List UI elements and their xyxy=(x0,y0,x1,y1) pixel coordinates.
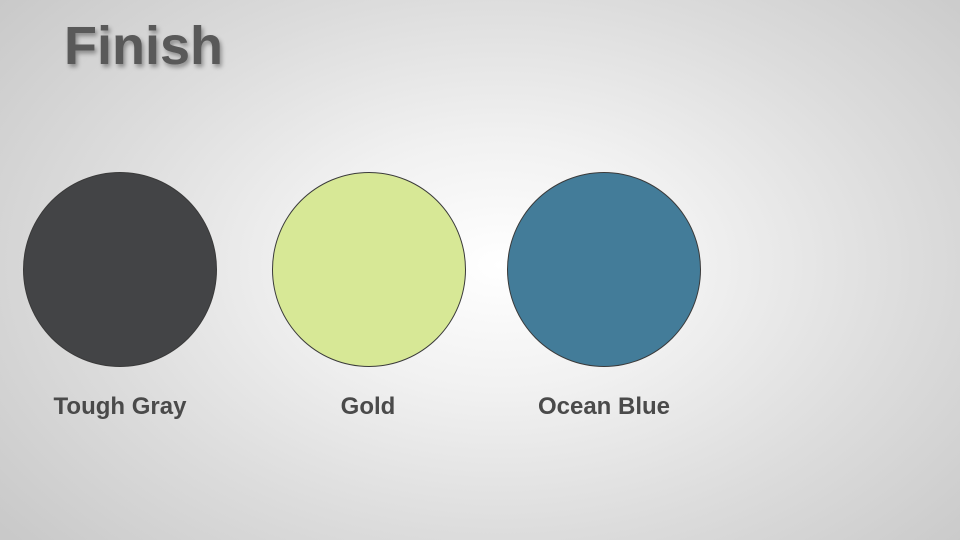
finish-label-ocean-blue: Ocean Blue xyxy=(537,393,671,420)
finish-swatch-gold xyxy=(272,172,466,367)
slide-title: Finish xyxy=(64,16,223,76)
finish-label-tough-gray: Tough Gray xyxy=(53,393,187,420)
finish-swatch-ocean-blue xyxy=(507,172,701,367)
finish-label-gold: Gold xyxy=(340,393,396,420)
finish-swatch-tough-gray xyxy=(23,172,217,367)
